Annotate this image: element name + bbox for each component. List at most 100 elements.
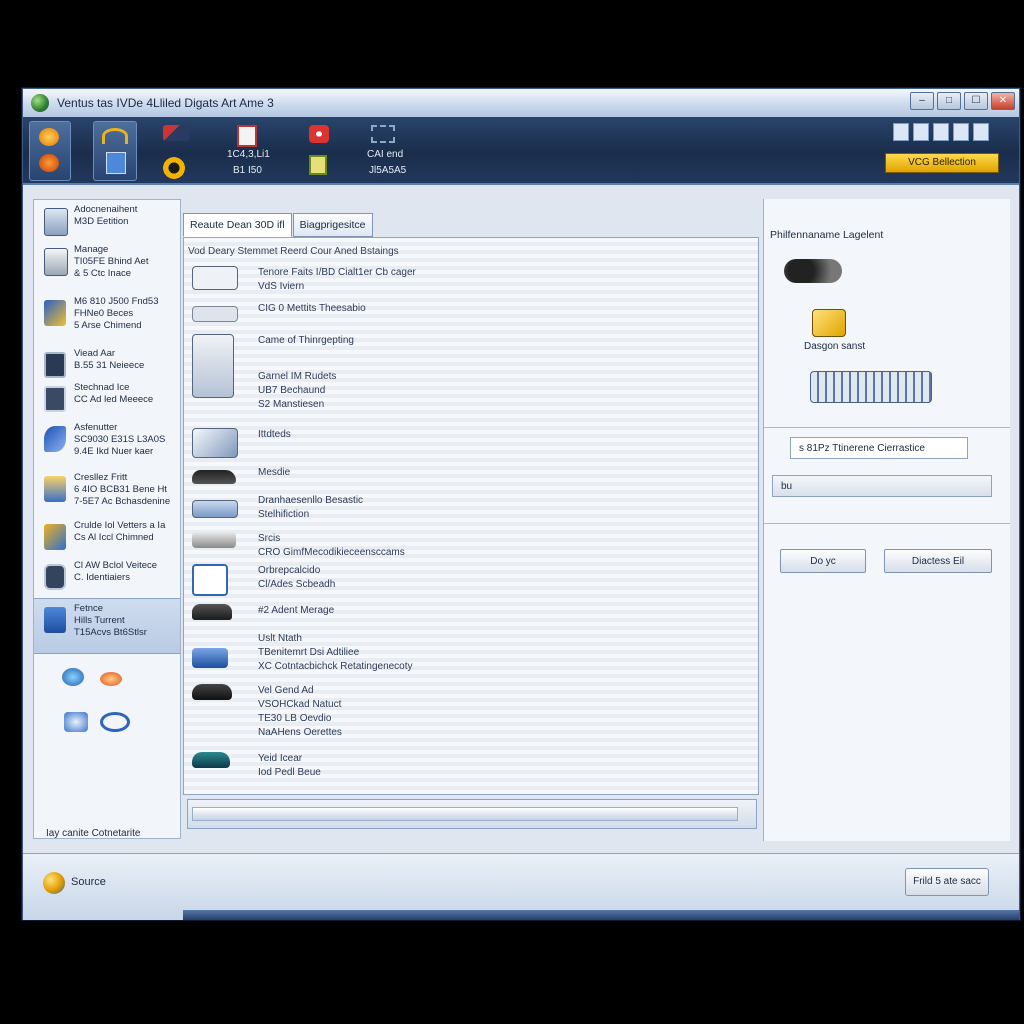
sidebar-item-identifiers[interactable]: Cl AW Bclol Veitece C. Identiaiers [34, 556, 180, 604]
status-text: Source [71, 876, 106, 888]
tab-routine[interactable]: Reaute Dean 30D ifl [183, 213, 292, 237]
terminal-icon [192, 564, 228, 596]
sidebar: Adocnenaihent M3D Eetition Manage TI05FE… [33, 199, 181, 839]
toolbar-mini-icon-2[interactable] [913, 123, 929, 141]
list-item[interactable]: Vel Gend Ad VSOHCkad Natuct TE30 LB Oevd… [188, 682, 748, 742]
list-item[interactable]: Yeid Icear Iod Pedl Beue [188, 750, 748, 784]
signal-icon[interactable] [371, 125, 395, 143]
toolbar-mini-icon-4[interactable] [953, 123, 969, 141]
right-panel: Philfennaname Lagelent Dasgon sanst s 81… [763, 199, 1010, 841]
toolbar-mini-icon-1[interactable] [893, 123, 909, 141]
chip-icon [44, 564, 66, 590]
close-button[interactable]: ✕ [991, 92, 1015, 110]
stop-icon [39, 154, 59, 172]
list-item[interactable]: Srcis CRO GimfMecodikieceensccams [188, 530, 748, 564]
alert-icon[interactable] [309, 125, 329, 143]
restore-button[interactable]: □ [937, 92, 961, 110]
toolbar-mini-icon-5[interactable] [973, 123, 989, 141]
sidebar-item-adjuster[interactable]: Asfenutter SC9030 E31S L3A0S 9.4E Ikd Nu… [34, 418, 180, 466]
suv-icon [192, 604, 232, 620]
selection-field[interactable]: s 81Pz Ttinerene Cierrastice [790, 437, 968, 459]
plug-icon[interactable] [309, 155, 327, 175]
ribbon-home-button[interactable] [29, 121, 71, 181]
list-item[interactable]: Orbrepcalcido Cl/Ades Scbeadh [188, 562, 748, 598]
right-panel-title: Philfennaname Lagelent [770, 229, 884, 241]
list-item[interactable]: Tenore Faits I/BD Cialt1er Cb cager VdS … [188, 264, 748, 298]
window-title: Ventus tas IVDe 4Lliled Digats Art Ame 3 [57, 96, 274, 110]
coupe-icon [192, 752, 230, 768]
list-header: Vod Deary Stemmet Reerd Cour Aned Bstain… [188, 246, 399, 257]
sidebar-item-label: Asfenutter SC9030 E31S L3A0S 9.4E Ikd Nu… [74, 422, 166, 457]
vcg-selection-button[interactable]: VCG Bellection [885, 153, 999, 173]
sedan-icon [192, 684, 232, 700]
toolbar-ribbon: 1C4,3,Li1 B1 I50 CAI end Jl5A5A5 VCG Bel… [23, 117, 1019, 185]
ribbon-label-b: B1 I50 [233, 165, 262, 176]
clipboard-icon [44, 476, 66, 502]
page-icon [44, 607, 66, 633]
sidebar-item-label: Cl AW Bclol Veitece C. Identiaiers [74, 560, 158, 583]
toolbar-mini-icon-3[interactable] [933, 123, 949, 141]
tab-diagnostics[interactable]: Biagprigesitce [292, 213, 373, 237]
sidebar-item-label: Crulde Iol Vetters a Ia Cs Al Iccl Chimn… [74, 520, 166, 543]
list-item[interactable]: CIG 0 Mettits Theesabio [188, 300, 748, 334]
van-icon [192, 648, 228, 668]
app-window: Ventus tas IVDe 4Lliled Digats Art Ame 3… [22, 88, 1020, 920]
flame-icon[interactable] [100, 672, 122, 686]
list-item[interactable]: Ittdteds [188, 426, 748, 460]
tools-icon [192, 428, 238, 458]
gauge-icon[interactable] [163, 157, 185, 179]
cable-connector-icon [784, 259, 842, 283]
sidebar-item-features[interactable]: Fetnce Hills Turrent T15Acvs Bt6Stlsr [34, 598, 180, 654]
screen-icon [44, 352, 66, 378]
sidebar-item-label: M6 810 J500 Fnd53 FHNe0 Beces 5 Arse Chi… [74, 296, 159, 331]
scan-icon [102, 128, 128, 144]
pen-icon [44, 300, 66, 326]
chart-icon [192, 500, 238, 518]
folder-icon [44, 524, 66, 550]
maximize-button[interactable]: ☐ [964, 92, 988, 110]
sidebar-item-manage[interactable]: Manage TI05FE Bhind Aet & 5 Ctc Inace [34, 240, 180, 288]
scrollbar-thumb[interactable] [192, 807, 738, 821]
folder-icon[interactable] [812, 309, 846, 337]
cable-icon [192, 306, 238, 322]
sidebar-item-label: Fetnce Hills Turrent T15Acvs Bt6Stlsr [74, 603, 147, 638]
list-item[interactable]: Uslt Ntath TBenitemrt Dsi Adtiliee XC Co… [188, 630, 748, 676]
list-item[interactable]: Dranhaesenllo Besastic Stelhifiction [188, 492, 748, 526]
list-item[interactable]: Garnel IM Rudets UB7 Bechaund S2 Manstie… [188, 368, 748, 418]
lock-icon [44, 248, 68, 276]
probe-icon [44, 426, 66, 452]
function-list: Vod Deary Stemmet Reerd Cour Aned Bstain… [183, 237, 759, 795]
app-icon [31, 94, 49, 112]
ok-button[interactable]: Do yc [780, 549, 866, 573]
status-action-button[interactable]: Frild 5 ate sacc [905, 868, 989, 896]
details-button[interactable]: Diactess Eil [884, 549, 992, 573]
list-icon [44, 386, 66, 412]
module-icon[interactable] [237, 125, 257, 147]
status-icon [43, 872, 65, 894]
sidebar-item-results[interactable]: Cresllez Fritt 6 4IO BCB31 Bene Ht 7-5E7… [34, 468, 180, 516]
sidebar-item-label: Cresllez Fritt 6 4IO BCB31 Bene Ht 7-5E7… [74, 472, 171, 507]
input-field[interactable]: bu [772, 475, 992, 497]
monitor-icon [44, 208, 68, 236]
link-icon[interactable] [100, 712, 130, 732]
sidebar-item-label: Viead Aar B.55 31 Neieece [74, 348, 145, 371]
ribbon-label-d: Jl5A5A5 [369, 165, 407, 176]
globe-icon[interactable] [62, 668, 84, 686]
ribbon-label-a: 1C4,3,Li1 [227, 149, 270, 160]
status-bar: Source Frild 5 ate sacc [23, 853, 1019, 920]
document-icon [106, 152, 126, 174]
sidebar-bottom-link[interactable]: Iay canite Cotnetarite [46, 828, 141, 839]
ribbon-scan-button[interactable] [93, 121, 137, 181]
sidebar-item-modules[interactable]: M6 810 J500 Fnd53 FHNe0 Beces 5 Arse Chi… [34, 292, 180, 340]
sidebar-item-label: Manage TI05FE Bhind Aet & 5 Ctc Inace [74, 244, 149, 279]
scanner-icon [192, 266, 238, 290]
interface-icon[interactable] [810, 371, 932, 403]
horizontal-scrollbar[interactable] [187, 799, 757, 829]
network-icon[interactable] [64, 712, 88, 732]
title-bar: Ventus tas IVDe 4Lliled Digats Art Ame 3… [23, 89, 1019, 118]
minimize-button[interactable]: – [910, 92, 934, 110]
ribbon-label-c: CAI end [367, 149, 404, 160]
right-panel-item-label: Dasgon sanst [804, 341, 866, 352]
antenna-icon[interactable] [163, 125, 189, 141]
list-item[interactable]: Came of Thinrgepting [188, 332, 748, 398]
